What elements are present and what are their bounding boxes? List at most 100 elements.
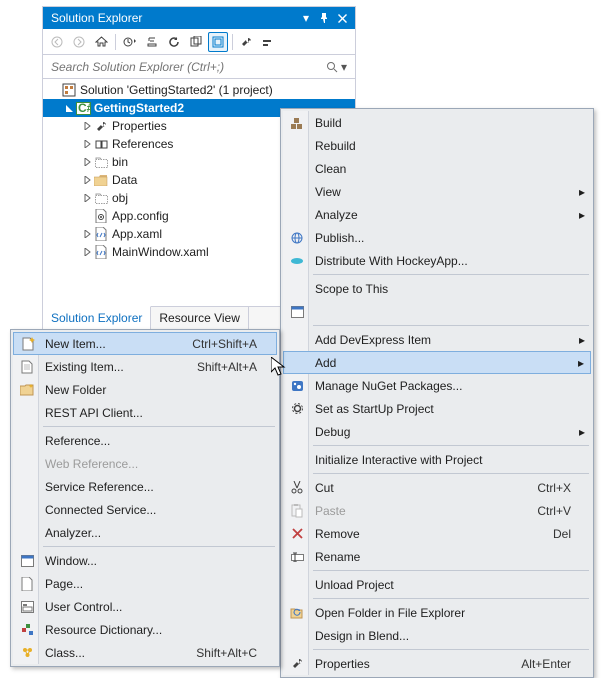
menu-analyze[interactable]: Analyze▸: [283, 203, 591, 226]
sync-button[interactable]: [120, 32, 140, 52]
menu-startup[interactable]: Set as StartUp Project: [283, 397, 591, 420]
menu-view[interactable]: View▸: [283, 180, 591, 203]
menu-paste[interactable]: PasteCtrl+V: [283, 499, 591, 522]
panel-title: Solution Explorer: [51, 11, 297, 25]
collapse-button[interactable]: [142, 32, 162, 52]
menu-remove[interactable]: RemoveDel: [283, 522, 591, 545]
references-icon: [93, 136, 109, 152]
expand-icon[interactable]: [81, 138, 93, 150]
solution-node[interactable]: Solution 'GettingStarted2' (1 project): [43, 81, 355, 99]
expand-icon[interactable]: [49, 84, 61, 96]
menu-interactive[interactable]: Initialize Interactive with Project: [283, 448, 591, 471]
tab-resource-view[interactable]: Resource View: [151, 307, 248, 330]
node-label: GettingStarted2: [94, 101, 184, 115]
menu-rebuild[interactable]: Rebuild: [283, 134, 591, 157]
menu-class[interactable]: Class...Shift+Alt+C: [13, 641, 277, 664]
expand-icon[interactable]: [81, 156, 93, 168]
existing-item-icon: [17, 360, 37, 374]
folder-icon: [93, 172, 109, 188]
search-icon[interactable]: [325, 61, 339, 73]
menu-devexpress[interactable]: Add DevExpress Item▸: [283, 328, 591, 351]
menu-nuget[interactable]: Manage NuGet Packages...: [283, 374, 591, 397]
expand-icon[interactable]: [81, 228, 93, 240]
csharp-icon: C#: [75, 100, 91, 116]
menu-existing-item[interactable]: Existing Item...Shift+Alt+A: [13, 355, 277, 378]
properties-button[interactable]: [237, 32, 257, 52]
wrench-icon: [93, 118, 109, 134]
menu-rest-api[interactable]: REST API Client...: [13, 401, 277, 424]
node-label: obj: [112, 191, 128, 205]
preview-button[interactable]: [208, 32, 228, 52]
resource-dict-icon: [17, 623, 37, 636]
menu-clean[interactable]: Clean: [283, 157, 591, 180]
menu-unload[interactable]: Unload Project: [283, 573, 591, 596]
expand-icon[interactable]: [81, 246, 93, 258]
nuget-icon: [287, 379, 307, 392]
node-label: App.xaml: [112, 227, 162, 241]
menu-scope[interactable]: Scope to This: [283, 277, 591, 300]
menu-window[interactable]: Window...: [13, 549, 277, 572]
hidden-folder-icon: [93, 190, 109, 206]
solution-icon: [61, 82, 77, 98]
paste-icon: [287, 504, 307, 518]
refresh-button[interactable]: [164, 32, 184, 52]
menu-user-control[interactable]: User Control...: [13, 595, 277, 618]
remove-icon: [287, 528, 307, 539]
menu-page[interactable]: Page...: [13, 572, 277, 595]
node-label: MainWindow.xaml: [112, 245, 209, 259]
add-submenu: New Item...Ctrl+Shift+A Existing Item...…: [10, 329, 280, 667]
back-button[interactable]: [47, 32, 67, 52]
expand-icon[interactable]: [81, 192, 93, 204]
pin-button[interactable]: [315, 9, 333, 27]
menu-analyzer[interactable]: Analyzer...: [13, 521, 277, 544]
tab-solution-explorer[interactable]: Solution Explorer: [43, 306, 151, 330]
search-input[interactable]: [51, 60, 325, 74]
cut-icon: [287, 481, 307, 494]
view-button[interactable]: [259, 32, 279, 52]
menu-service-reference[interactable]: Service Reference...: [13, 475, 277, 498]
menu-publish[interactable]: Publish...: [283, 226, 591, 249]
toolbar: [43, 29, 355, 55]
menu-rename[interactable]: Rename: [283, 545, 591, 568]
menu-properties[interactable]: PropertiesAlt+Enter: [283, 652, 591, 675]
menu-blend[interactable]: Design in Blend...: [283, 624, 591, 647]
expand-icon[interactable]: [81, 174, 93, 186]
new-folder-icon: [17, 384, 37, 396]
user-control-icon: [17, 601, 37, 613]
build-icon: [287, 116, 307, 130]
node-label: Properties: [112, 119, 167, 133]
menu-new-sev[interactable]: [283, 300, 591, 323]
menu-web-reference[interactable]: Web Reference...: [13, 452, 277, 475]
expand-icon[interactable]: [81, 120, 93, 132]
menu-hockeyapp[interactable]: Distribute With HockeyApp...: [283, 249, 591, 272]
close-button[interactable]: [333, 9, 351, 27]
search-box[interactable]: ▾: [43, 55, 355, 79]
menu-reference[interactable]: Reference...: [13, 429, 277, 452]
menu-add[interactable]: Add▸: [283, 351, 591, 374]
menu-cut[interactable]: CutCtrl+X: [283, 476, 591, 499]
menu-debug[interactable]: Debug▸: [283, 420, 591, 443]
separator: [232, 34, 233, 50]
menu-new-folder[interactable]: New Folder: [13, 378, 277, 401]
dropdown-button[interactable]: ▾: [297, 9, 315, 27]
context-menu: Build Rebuild Clean View▸ Analyze▸ Publi…: [280, 108, 594, 678]
svg-text:C#: C#: [78, 102, 91, 115]
search-dropdown[interactable]: ▾: [341, 60, 351, 74]
title-bar: Solution Explorer ▾: [43, 7, 355, 29]
menu-openfolder[interactable]: Open Folder in File Explorer: [283, 601, 591, 624]
menu-new-item[interactable]: New Item...Ctrl+Shift+A: [13, 332, 277, 355]
menu-resource-dictionary[interactable]: Resource Dictionary...: [13, 618, 277, 641]
wrench-icon: [287, 657, 307, 670]
class-icon: [17, 646, 37, 659]
hidden-folder-icon: [93, 154, 109, 170]
menu-build[interactable]: Build: [283, 111, 591, 134]
window-icon: [287, 306, 307, 318]
show-all-button[interactable]: [186, 32, 206, 52]
submenu-arrow-icon: ▸: [578, 356, 584, 370]
forward-button[interactable]: [69, 32, 89, 52]
collapse-icon[interactable]: [63, 102, 75, 114]
home-button[interactable]: [91, 32, 111, 52]
new-item-icon: [18, 337, 38, 351]
submenu-arrow-icon: ▸: [579, 208, 585, 222]
menu-connected-service[interactable]: Connected Service...: [13, 498, 277, 521]
